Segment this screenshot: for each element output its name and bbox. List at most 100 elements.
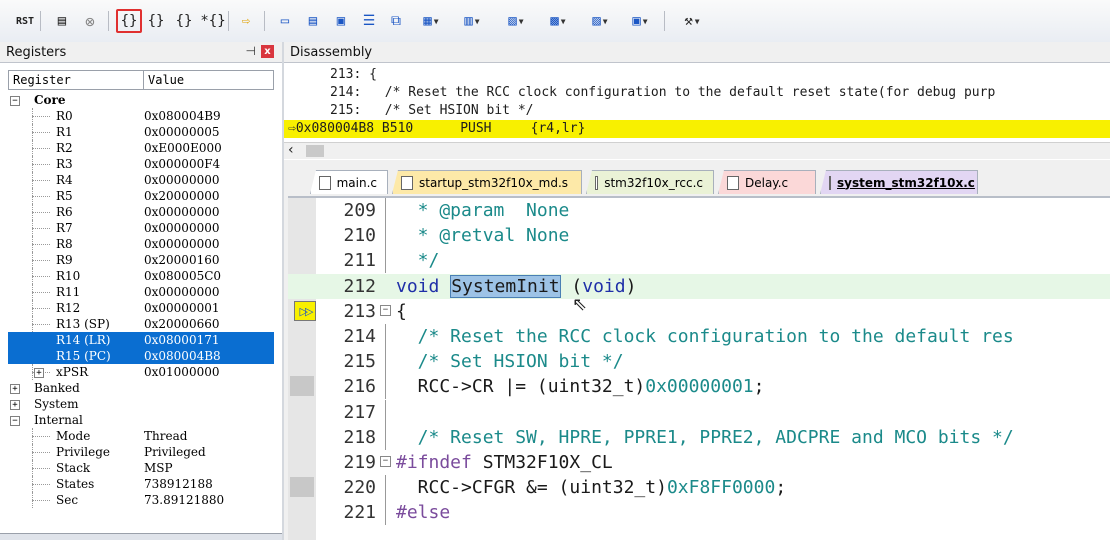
code-line[interactable]: 214 /* Reset the RCC clock configuration… — [288, 324, 1110, 349]
editor-tab[interactable]: main.c — [310, 170, 388, 194]
register-row[interactable]: R13 (SP) 0x20000660 — [8, 316, 274, 332]
register-value[interactable]: 0x080004B8 — [144, 348, 221, 364]
scroll-left-icon[interactable]: ‹ — [288, 142, 294, 158]
show-next-statement-button[interactable]: ⇨ — [236, 9, 256, 33]
register-row[interactable]: R1 0x00000005 — [8, 124, 274, 140]
dropdown-arrow-icon[interactable]: ▼ — [643, 17, 648, 26]
register-value[interactable]: 0x20000000 — [144, 188, 219, 204]
register-row[interactable]: R0 0x080004B9 — [8, 108, 274, 124]
step-out-button[interactable]: {} — [172, 9, 196, 33]
code-line[interactable]: 211 */ — [288, 248, 1110, 274]
symbols-window-button[interactable]: ▣ — [330, 9, 352, 33]
fold-collapse-icon[interactable]: − — [380, 304, 391, 316]
register-row[interactable]: R8 0x00000000 — [8, 236, 274, 252]
dropdown-arrow-icon[interactable]: ▼ — [561, 17, 566, 26]
register-value[interactable]: 0x20000160 — [144, 252, 219, 268]
expand-icon[interactable]: + — [34, 368, 44, 378]
register-row[interactable]: R15 (PC) 0x080004B8 — [8, 348, 274, 364]
register-value[interactable]: 0xE000E000 — [144, 140, 222, 156]
disassembly-line[interactable]: 213: { — [284, 66, 1110, 84]
analysis-window-button[interactable]: ▩ ▼ — [540, 9, 576, 33]
serial-window-button[interactable]: ▧ ▼ — [498, 9, 534, 33]
register-value[interactable]: 738912188 — [144, 476, 213, 492]
editor-tab[interactable]: system_stm32f10x.c — [820, 170, 978, 194]
register-row[interactable]: R3 0x000000F4 — [8, 156, 274, 172]
register-row[interactable]: − Internal — [8, 412, 274, 428]
disassembly-line[interactable]: 215: /* Set HSION bit */ — [284, 102, 1110, 120]
fold-collapse-icon[interactable]: − — [380, 456, 391, 467]
code-line[interactable]: 217 — [288, 399, 1110, 425]
register-value[interactable]: 0x20000660 — [144, 316, 219, 332]
register-value[interactable]: MSP — [144, 460, 173, 476]
dropdown-arrow-icon[interactable]: ▼ — [603, 17, 608, 26]
register-row[interactable]: Mode Thread — [8, 428, 274, 444]
call-stack-window-button[interactable]: ⧉ — [384, 9, 408, 33]
collapse-icon[interactable]: − — [10, 416, 20, 426]
register-value[interactable]: 73.89121880 — [144, 492, 224, 508]
register-row[interactable]: R6 0x00000000 — [8, 204, 274, 220]
command-window-button[interactable]: ▭ — [274, 9, 296, 33]
code-line[interactable]: 220 RCC->CFGR &= (uint32_t)0xF8FF0000; — [288, 475, 1110, 501]
expand-icon[interactable]: + — [10, 400, 20, 410]
register-row[interactable]: R7 0x00000000 — [8, 220, 274, 236]
register-value[interactable]: 0x01000000 — [144, 364, 219, 380]
register-row[interactable]: + xPSR 0x01000000 — [8, 364, 274, 380]
register-row[interactable]: Privilege Privileged — [8, 444, 274, 460]
register-row[interactable]: R4 0x00000000 — [8, 172, 274, 188]
register-value[interactable]: 0x00000001 — [144, 300, 219, 316]
dropdown-arrow-icon[interactable]: ▼ — [475, 17, 480, 26]
dropdown-arrow-icon[interactable]: ▼ — [519, 17, 524, 26]
executable-line-marker[interactable] — [290, 376, 314, 397]
step-over-button[interactable]: {} — [144, 9, 168, 33]
system-viewer-button[interactable]: ▣ ▼ — [622, 9, 658, 33]
panel-bottom-tabs[interactable] — [0, 533, 282, 540]
watch-window-button[interactable]: ▦ ▼ — [414, 9, 448, 33]
code-line[interactable]: 218 /* Reset SW, HPRE, PPRE1, PPRE2, ADC… — [288, 424, 1110, 450]
register-row[interactable]: R11 0x00000000 — [8, 284, 274, 300]
column-value[interactable]: Value — [144, 71, 184, 89]
register-row[interactable]: R9 0x20000160 — [8, 252, 274, 268]
disassembly-window-button[interactable]: ▤ — [302, 9, 324, 33]
stop-button[interactable]: ⊗ — [80, 9, 100, 33]
expand-icon[interactable]: + — [10, 384, 20, 394]
register-value[interactable]: Thread — [144, 428, 187, 444]
register-row[interactable]: R2 0xE000E000 — [8, 140, 274, 156]
trace-window-button[interactable]: ▨ ▼ — [582, 9, 618, 33]
run-button[interactable]: ▤ — [50, 9, 74, 33]
code-line[interactable]: 219− #ifndef STM32F10X_CL — [288, 450, 1110, 475]
register-row[interactable]: + System — [8, 396, 274, 412]
register-value[interactable]: 0x00000000 — [144, 284, 219, 300]
code-line[interactable]: 210 * @retval None — [288, 223, 1110, 249]
register-row[interactable]: States 738912188 — [8, 476, 274, 492]
register-value[interactable]: 0x00000005 — [144, 124, 219, 140]
toolbox-button[interactable]: ⚒ ▼ — [674, 9, 710, 33]
collapse-icon[interactable]: − — [10, 96, 20, 106]
dropdown-arrow-icon[interactable]: ▼ — [434, 17, 439, 26]
register-row[interactable]: Stack MSP — [8, 460, 274, 476]
register-row[interactable]: R10 0x080005C0 — [8, 268, 274, 284]
editor-tab[interactable]: Delay.c — [718, 170, 816, 194]
disassembly-horizontal-scrollbar[interactable]: ‹ — [284, 142, 1110, 159]
disassembly-line[interactable]: 214: /* Reset the RCC clock configuratio… — [284, 84, 1110, 102]
code-line[interactable]: 216 RCC->CR |= (uint32_t)0x00000001; — [288, 374, 1110, 400]
register-value[interactable]: 0x00000000 — [144, 220, 219, 236]
column-register[interactable]: Register — [9, 71, 144, 89]
pin-icon[interactable]: ⊣ — [246, 44, 256, 58]
code-line[interactable]: 213−{ — [288, 299, 1110, 324]
reset-button[interactable]: RST — [12, 9, 38, 33]
memory-window-button[interactable]: ▥ ▼ — [454, 9, 490, 33]
register-value[interactable]: 0x00000000 — [144, 236, 219, 252]
editor-tab[interactable]: startup_stm32f10x_md.s — [392, 170, 582, 194]
code-line[interactable]: 212 void SystemInit (void) — [288, 273, 1110, 299]
scroll-thumb[interactable] — [306, 145, 324, 157]
step-in-button[interactable]: {} — [116, 9, 142, 33]
register-row[interactable]: R14 (LR) 0x08000171 — [8, 332, 274, 348]
executable-line-marker[interactable] — [290, 477, 314, 498]
register-value[interactable]: 0x080005C0 — [144, 268, 221, 284]
register-row[interactable]: + Banked — [8, 380, 274, 396]
close-panel-icon[interactable]: x — [261, 45, 274, 58]
code-line[interactable]: 209 * @param None — [288, 198, 1110, 223]
register-value[interactable]: 0x000000F4 — [144, 156, 220, 172]
code-editor[interactable]: 209 * @param None 210 * @retval None 211 *… — [288, 198, 1110, 540]
register-value[interactable]: 0x080004B9 — [144, 108, 221, 124]
